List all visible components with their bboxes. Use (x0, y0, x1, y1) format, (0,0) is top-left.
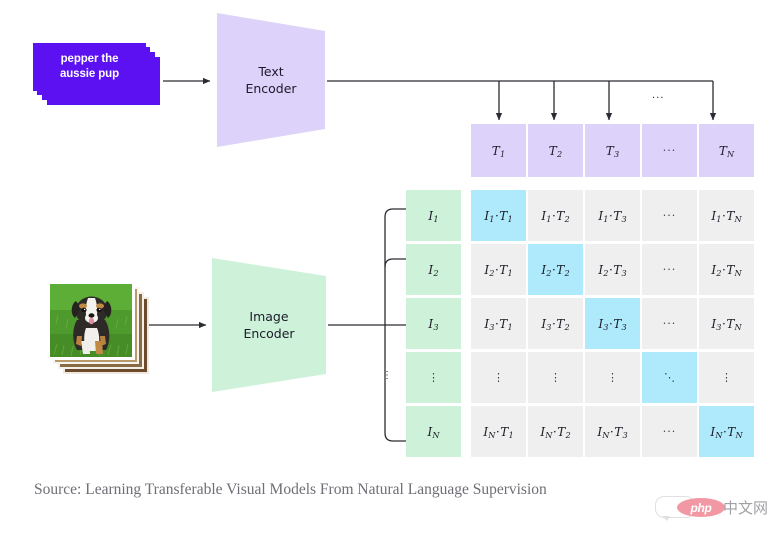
similarity-cell-1-n[interactable]: I1·TN (699, 190, 754, 241)
text-embedding-label-3: T3 (605, 143, 620, 159)
image-embedding-cell-1[interactable]: I1 (406, 190, 461, 241)
similarity-ellipsis-3: ··· (662, 317, 677, 330)
similarity-label-2-3: I2·T3 (598, 262, 627, 278)
similarity-label-2-n: I2·TN (711, 262, 742, 278)
similarity-cell-2-1[interactable]: I2·T1 (471, 244, 526, 295)
text-embedding-ellipsis: ··· (662, 144, 677, 157)
similarity-cell-3-3[interactable]: I3·T3 (585, 298, 640, 349)
similarity-cell-2-n[interactable]: I2·TN (699, 244, 754, 295)
similarity-cell-1-1[interactable]: I1·T1 (471, 190, 526, 241)
similarity-cell-n-1[interactable]: IN·T1 (471, 406, 526, 457)
similarity-label-2-1: I2·T1 (484, 262, 513, 278)
similarity-diagonal-dots: ⋱ (664, 371, 675, 384)
image-input-photo-stack (47, 281, 149, 374)
text-embedding-cell-ellipsis: ··· (642, 124, 697, 177)
similarity-cell-4-3: ⋮ (585, 352, 640, 403)
similarity-vdots-4-3: ⋮ (607, 371, 618, 384)
similarity-ellipsis-1: ··· (662, 209, 677, 222)
image-embedding-label-2: I2 (428, 262, 439, 278)
text-embedding-cell-n[interactable]: TN (699, 124, 754, 177)
source-caption: Source: Learning Transferable Visual Mod… (34, 481, 547, 498)
similarity-cell-3-ellipsis: ··· (642, 298, 697, 349)
top-row-ellipsis: ··· (652, 93, 665, 104)
similarity-cell-1-2[interactable]: I1·T2 (528, 190, 583, 241)
text-embedding-label-2: T2 (548, 143, 563, 159)
similarity-cell-3-n[interactable]: I3·TN (699, 298, 754, 349)
similarity-cell-n-3[interactable]: IN·T3 (585, 406, 640, 457)
similarity-cell-2-ellipsis: ··· (642, 244, 697, 295)
similarity-cell-1-3[interactable]: I1·T3 (585, 190, 640, 241)
image-embedding-cell-n[interactable]: IN (406, 406, 461, 457)
similarity-ellipsis-n: ··· (662, 425, 677, 438)
photo-front-puppy (47, 281, 135, 360)
image-embedding-label-3: I3 (428, 316, 439, 332)
text-card-front: pepper the aussie pup (33, 43, 146, 91)
similarity-cell-2-3[interactable]: I2·T3 (585, 244, 640, 295)
text-embedding-cell-2[interactable]: T2 (528, 124, 583, 177)
similarity-cell-1-ellipsis: ··· (642, 190, 697, 241)
similarity-label-3-1: I3·T1 (484, 316, 513, 332)
image-embedding-cell-3[interactable]: I3 (406, 298, 461, 349)
similarity-cell-n-ellipsis: ··· (642, 406, 697, 457)
php-logo: php (677, 498, 725, 517)
similarity-label-2-2: I2·T2 (541, 262, 570, 278)
image-encoder-block[interactable]: Image Encoder (211, 257, 327, 393)
similarity-cell-4-2: ⋮ (528, 352, 583, 403)
similarity-label-n-2: IN·T2 (540, 424, 571, 440)
similarity-label-n-n: IN·TN (710, 424, 743, 440)
image-embedding-ellipsis: ⋮ (428, 371, 439, 384)
similarity-vdots-4-n: ⋮ (721, 371, 732, 384)
text-embedding-label-n: TN (718, 143, 735, 159)
similarity-label-n-1: IN·T1 (483, 424, 514, 440)
similarity-cell-4-n: ⋮ (699, 352, 754, 403)
similarity-label-1-2: I1·T2 (541, 208, 570, 224)
text-embedding-cell-1[interactable]: T1 (471, 124, 526, 177)
similarity-label-1-n: I1·TN (711, 208, 742, 224)
image-encoder-label: Image Encoder (243, 309, 295, 341)
similarity-ellipsis-2: ··· (662, 263, 677, 276)
text-encoder-block[interactable]: Text Encoder (216, 12, 326, 148)
similarity-label-1-1: I1·T1 (484, 208, 513, 224)
similarity-cell-n-2[interactable]: IN·T2 (528, 406, 583, 457)
text-encoder-label: Text Encoder (245, 64, 297, 96)
text-embedding-cell-3[interactable]: T3 (585, 124, 640, 177)
text-input-label: pepper the aussie pup (59, 53, 120, 80)
branch-trunk-ellipsis: ⋮ (382, 370, 393, 381)
image-embedding-cell-2[interactable]: I2 (406, 244, 461, 295)
diagram-canvas: pepper the aussie pup Text Encoder Image… (0, 0, 774, 540)
similarity-cell-3-1[interactable]: I3·T1 (471, 298, 526, 349)
similarity-cell-4-1: ⋮ (471, 352, 526, 403)
text-input-card-stack: pepper the aussie pup (33, 43, 160, 105)
similarity-cell-4-diagonal: ⋱ (642, 352, 697, 403)
similarity-label-n-3: IN·T3 (597, 424, 628, 440)
image-embedding-label-1: I1 (428, 208, 439, 224)
similarity-vdots-4-2: ⋮ (550, 371, 561, 384)
similarity-vdots-4-1: ⋮ (493, 371, 504, 384)
similarity-label-1-3: I1·T3 (598, 208, 627, 224)
image-embedding-cell-ellipsis: ⋮ (406, 352, 461, 403)
similarity-cell-3-2[interactable]: I3·T2 (528, 298, 583, 349)
site-watermark: php 中文网 (655, 494, 769, 528)
similarity-cell-2-2[interactable]: I2·T2 (528, 244, 583, 295)
watermark-site-name: 中文网 (723, 499, 769, 517)
text-embedding-label-1: T1 (491, 143, 506, 159)
puppy-photo-illustration (50, 284, 132, 357)
similarity-cell-n-n[interactable]: IN·TN (699, 406, 754, 457)
similarity-label-3-3: I3·T3 (598, 316, 627, 332)
image-embedding-label-n: IN (427, 424, 440, 440)
similarity-label-3-n: I3·TN (711, 316, 742, 332)
similarity-label-3-2: I3·T2 (541, 316, 570, 332)
